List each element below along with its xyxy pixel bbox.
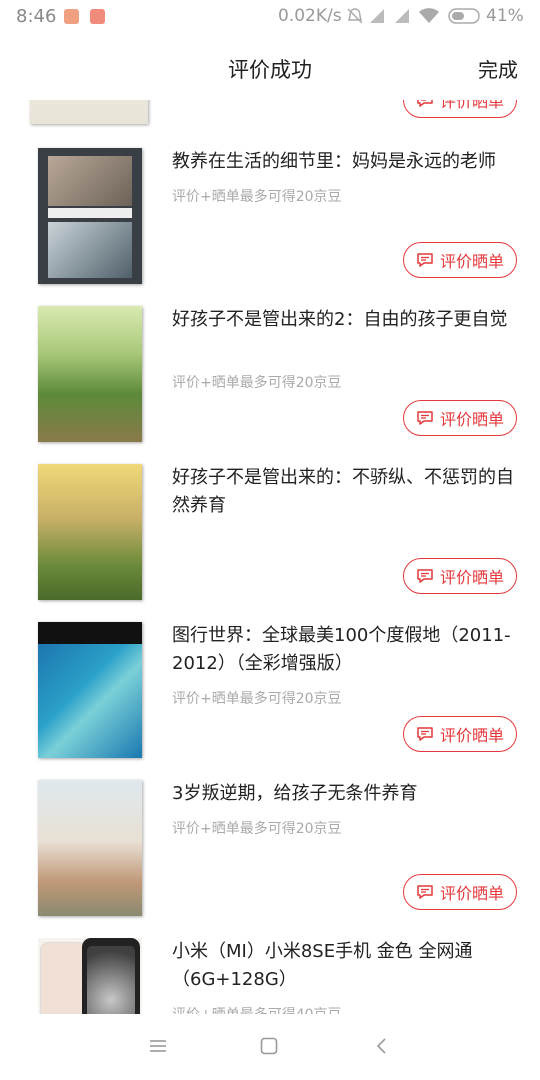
home-icon[interactable] [259,1036,279,1056]
list-item-partial: 评价晒单 [0,100,540,146]
signal-icon-2 [395,9,409,23]
message-square-icon [417,727,433,741]
list-item: 3岁叛逆期，给孩子无条件养育 评价+晒单最多可得20京豆 评价晒单 [0,780,540,938]
list-item: 好孩子不是管出来的2：自由的孩子更自觉 评价+晒单最多可得20京豆 评价晒单 [0,306,540,464]
review-button-label: 评价晒单 [439,100,504,111]
review-button[interactable]: 评价晒单 [403,100,517,118]
product-title[interactable]: 图行世界：全球最美100个度假地（2011-2012）（全彩增强版） [172,622,522,678]
review-button[interactable]: 评价晒单 [403,400,517,436]
reward-hint: 评价+晒单最多可得20京豆 [172,375,342,391]
page-header: 评价成功 完成 [0,34,540,100]
product-title[interactable]: 3岁叛逆期，给孩子无条件养育 [172,780,522,808]
list-item: 图行世界：全球最美100个度假地（2011-2012）（全彩增强版） 评价+晒单… [0,622,540,780]
reward-hint: 评价+晒单最多可得20京豆 [172,691,342,707]
signal-icon [370,9,384,23]
battery-icon [448,8,480,24]
book-cover [30,100,148,124]
book-cover [38,464,142,600]
review-button[interactable]: 评价晒单 [403,716,517,752]
product-title[interactable]: 小米（MI）小米8SE手机 金色 全网通（6G+128G） [172,938,522,994]
battery-percent: 41% [486,6,524,26]
product-title[interactable]: 好孩子不是管出来的：不骄纵、不惩罚的自然养育 [172,464,522,520]
review-button-label: 评价晒单 [439,884,504,903]
list-item: 教养在生活的细节里：妈妈是永远的老师 评价+晒单最多可得20京豆 评价晒单 [0,148,540,306]
page-title: 评价成功 [228,58,312,82]
reward-hint: 评价+晒单最多可得40京豆 [172,1004,342,1014]
review-button-label: 评价晒单 [439,410,504,429]
product-title[interactable]: 好孩子不是管出来的2：自由的孩子更自觉 [172,306,522,334]
network-speed: 0.02K/s [278,6,342,26]
message-square-icon [417,100,433,107]
product-title[interactable]: 教养在生活的细节里：妈妈是永远的老师 [172,148,522,176]
book-cover [38,148,142,284]
message-square-icon [417,569,433,583]
back-icon[interactable] [372,1036,392,1056]
wifi-icon [419,8,439,23]
notification-app-icon [64,9,79,24]
status-bar: 8:46 0.02K/s 41% [0,0,540,34]
system-nav-bar [0,1014,540,1080]
order-item-list[interactable]: 评价晒单 教养在生活的细节里：妈妈是永远的老师 评价+晒单最多可得20京豆 评价… [0,100,540,1014]
message-square-icon [417,885,433,899]
notification-app-icon-2 [90,9,105,24]
product-image [38,938,142,1014]
review-button-label: 评价晒单 [439,568,504,587]
status-time: 8:46 [16,6,57,27]
done-button[interactable]: 完成 [478,54,518,83]
menu-icon[interactable] [148,1036,168,1056]
mute-icon [347,8,363,24]
review-button-label: 评价晒单 [439,726,504,745]
list-item: 小米（MI）小米8SE手机 金色 全网通（6G+128G） 评价+晒单最多可得4… [0,938,540,1014]
reward-hint: 评价+晒单最多可得20京豆 [172,821,342,837]
message-square-icon [417,253,433,267]
book-cover [38,622,142,758]
message-square-icon [417,411,433,425]
reward-hint: 评价+晒单最多可得20京豆 [172,189,342,205]
review-button-label: 评价晒单 [439,252,504,271]
book-cover [38,780,142,916]
review-button[interactable]: 评价晒单 [403,874,517,910]
book-cover [38,306,142,442]
review-button[interactable]: 评价晒单 [403,242,517,278]
list-item: 好孩子不是管出来的：不骄纵、不惩罚的自然养育 评价晒单 [0,464,540,622]
review-button[interactable]: 评价晒单 [403,558,517,594]
